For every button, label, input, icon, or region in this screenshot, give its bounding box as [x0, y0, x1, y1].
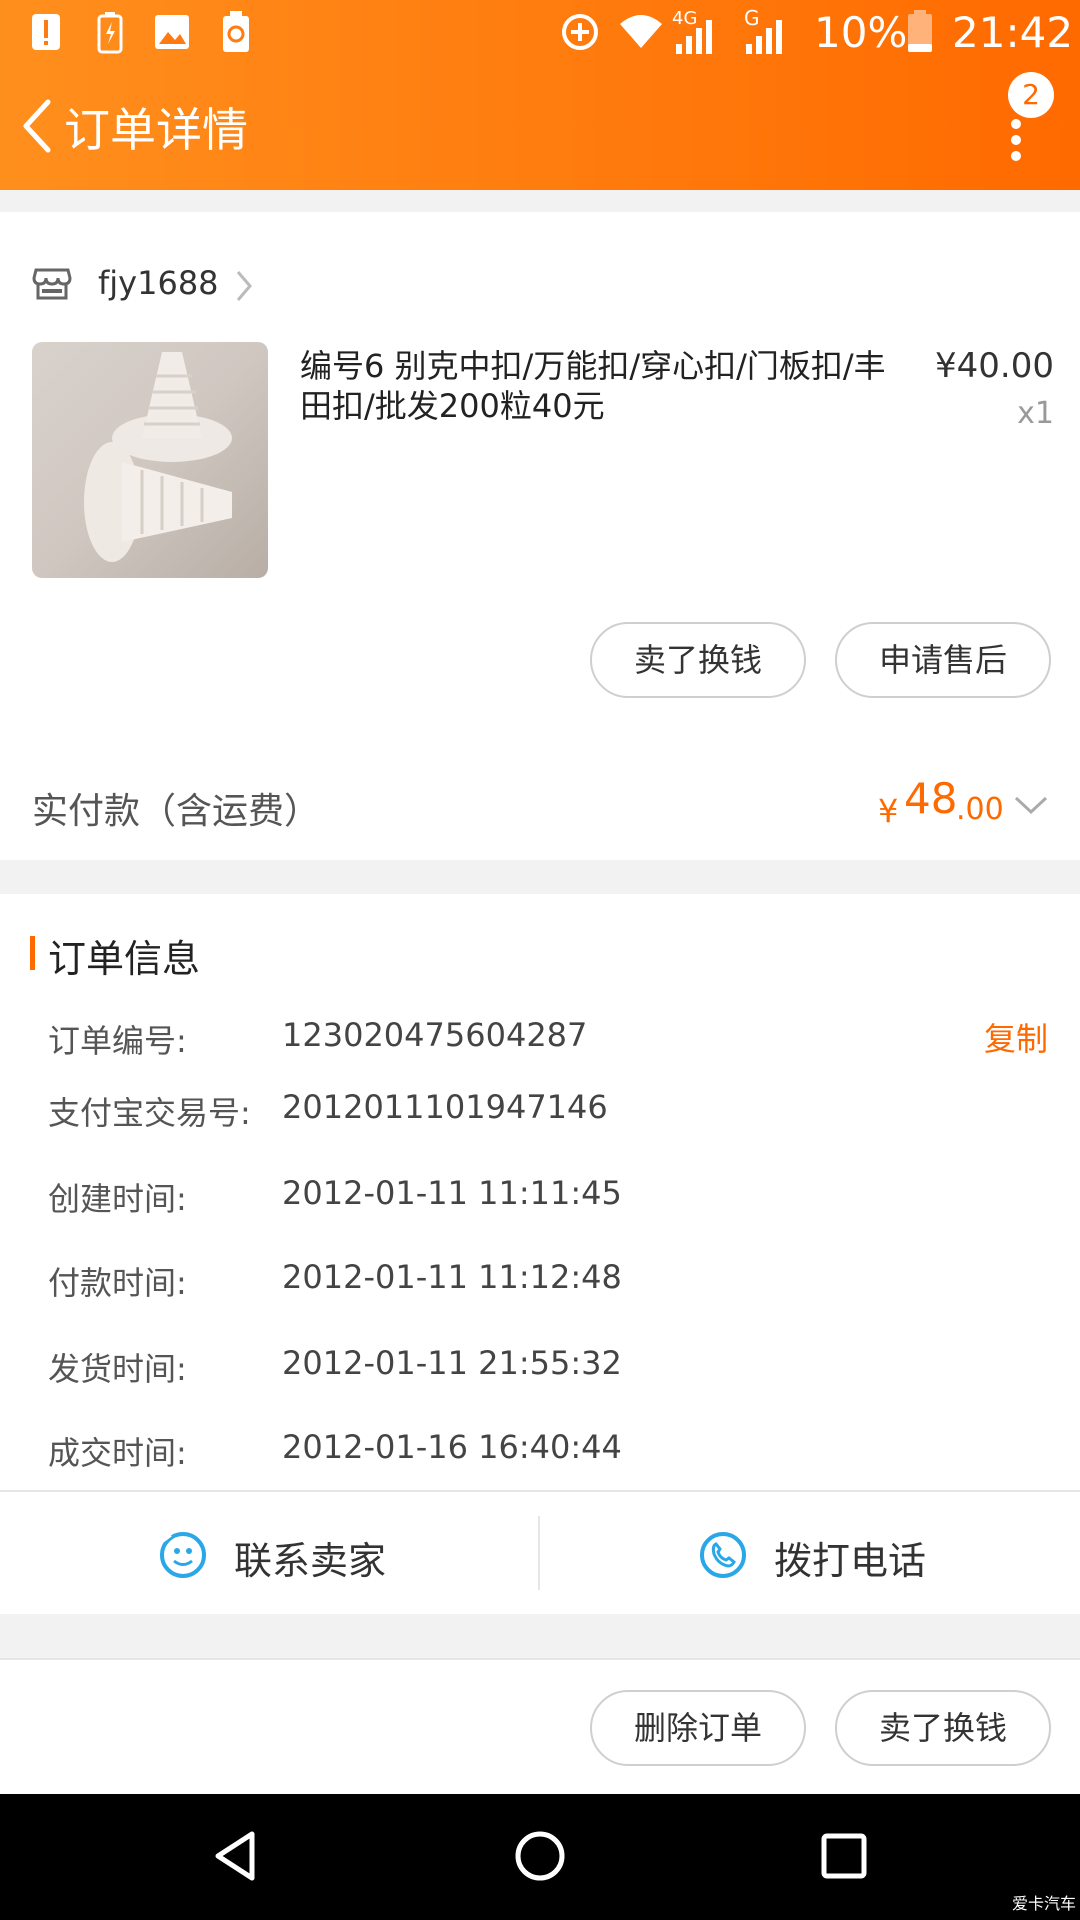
status-bar: 4G G 10% 21:42 — [0, 0, 1080, 64]
alipay-trade-label: 支付宝交易号: — [48, 1094, 251, 1132]
back-button[interactable] — [14, 94, 62, 158]
chevron-right-icon — [236, 271, 252, 301]
completed-time-value: 2012-01-16 16:40:44 — [282, 1428, 622, 1466]
product-price: ¥40.00 — [935, 346, 1054, 386]
nav-home-icon[interactable] — [514, 1830, 566, 1882]
payment-row[interactable]: 实付款（含运费） ¥ 48 .00 — [0, 752, 1080, 860]
shop-name: fjy1688 — [98, 264, 219, 302]
section-title: 订单信息 — [48, 937, 201, 981]
footer-sell-button[interactable]: 卖了换钱 — [835, 1690, 1051, 1766]
payment-currency: ¥ — [878, 792, 899, 830]
notification-badge: 2 — [1008, 72, 1054, 118]
alert-icon — [32, 14, 60, 50]
plastic-clip-image — [84, 352, 232, 562]
shop-icon — [32, 268, 72, 300]
signal-g-icon — [746, 20, 782, 54]
page-title: 订单详情 — [64, 103, 248, 157]
section-accent-bar — [30, 936, 35, 970]
battery-saver-icon — [97, 12, 123, 54]
payment-amount-int: 48 — [904, 774, 958, 823]
product-image[interactable] — [32, 342, 268, 578]
created-time-label: 创建时间: — [48, 1180, 187, 1218]
data-saver-icon — [562, 14, 598, 50]
watermark-text: 爱卡汽车 — [1012, 1894, 1077, 1913]
order-number-value: 123020475604287 — [282, 1016, 588, 1054]
battery-recycle-icon — [223, 11, 249, 52]
created-time-value: 2012-01-11 11:11:45 — [282, 1174, 622, 1212]
phone-icon — [700, 1532, 746, 1578]
order-number-label: 订单编号: — [48, 1022, 187, 1060]
chevron-down-icon — [1014, 796, 1048, 815]
call-phone-label: 拨打电话 — [774, 1539, 927, 1583]
completed-time-label: 成交时间: — [48, 1434, 187, 1472]
image-icon — [155, 15, 189, 49]
more-vertical-icon — [1011, 119, 1021, 161]
contact-seller-button[interactable]: 联系卖家 — [0, 1492, 538, 1614]
signal-4g-icon — [676, 20, 712, 54]
paid-time-label: 付款时间: — [48, 1264, 187, 1302]
nav-back-icon[interactable] — [212, 1830, 258, 1882]
shop-row[interactable]: fjy1688 — [0, 232, 1080, 332]
battery-icon — [908, 10, 932, 52]
shipped-time-label: 发货时间: — [48, 1350, 187, 1388]
sell-for-cash-button[interactable]: 卖了换钱 — [590, 622, 806, 698]
order-item-card: fjy1688 编号6 别克中扣/万能扣/穿心扣/门板扣/丰田扣/批发200粒4… — [0, 212, 1080, 860]
battery-percent: 10% — [814, 8, 908, 57]
product-title[interactable]: 编号6 别克中扣/万能扣/穿心扣/门板扣/丰田扣/批发200粒40元 — [300, 346, 910, 426]
delete-order-button[interactable]: 删除订单 — [590, 1690, 806, 1766]
status-time: 21:42 — [952, 8, 1074, 57]
call-phone-button[interactable]: 拨打电话 — [540, 1492, 1080, 1614]
shipped-time-value: 2012-01-11 21:55:32 — [282, 1344, 622, 1382]
alipay-trade-value: 2012011101947146 — [282, 1088, 608, 1126]
chat-smile-icon — [160, 1531, 206, 1578]
paid-time-value: 2012-01-11 11:12:48 — [282, 1258, 622, 1296]
after-sale-button[interactable]: 申请售后 — [835, 622, 1051, 698]
contact-seller-label: 联系卖家 — [234, 1539, 387, 1583]
product-quantity: x1 — [1017, 396, 1054, 431]
wifi-icon — [620, 15, 662, 48]
footer-actions-bar: 删除订单 卖了换钱 — [0, 1658, 1080, 1796]
copy-button[interactable]: 复制 — [984, 1014, 1048, 1060]
system-nav-bar: 爱卡汽车 — [0, 1794, 1080, 1920]
nav-recents-icon[interactable] — [820, 1832, 868, 1880]
payment-label: 实付款（含运费） — [32, 791, 321, 832]
order-info-card: 订单信息 订单编号: 123020475604287 复制 支付宝交易号: 20… — [0, 894, 1080, 1614]
app-header: 4G G 10% 21:42 订单详情 2 — [0, 0, 1080, 190]
payment-amount-dec: .00 — [956, 792, 1004, 827]
